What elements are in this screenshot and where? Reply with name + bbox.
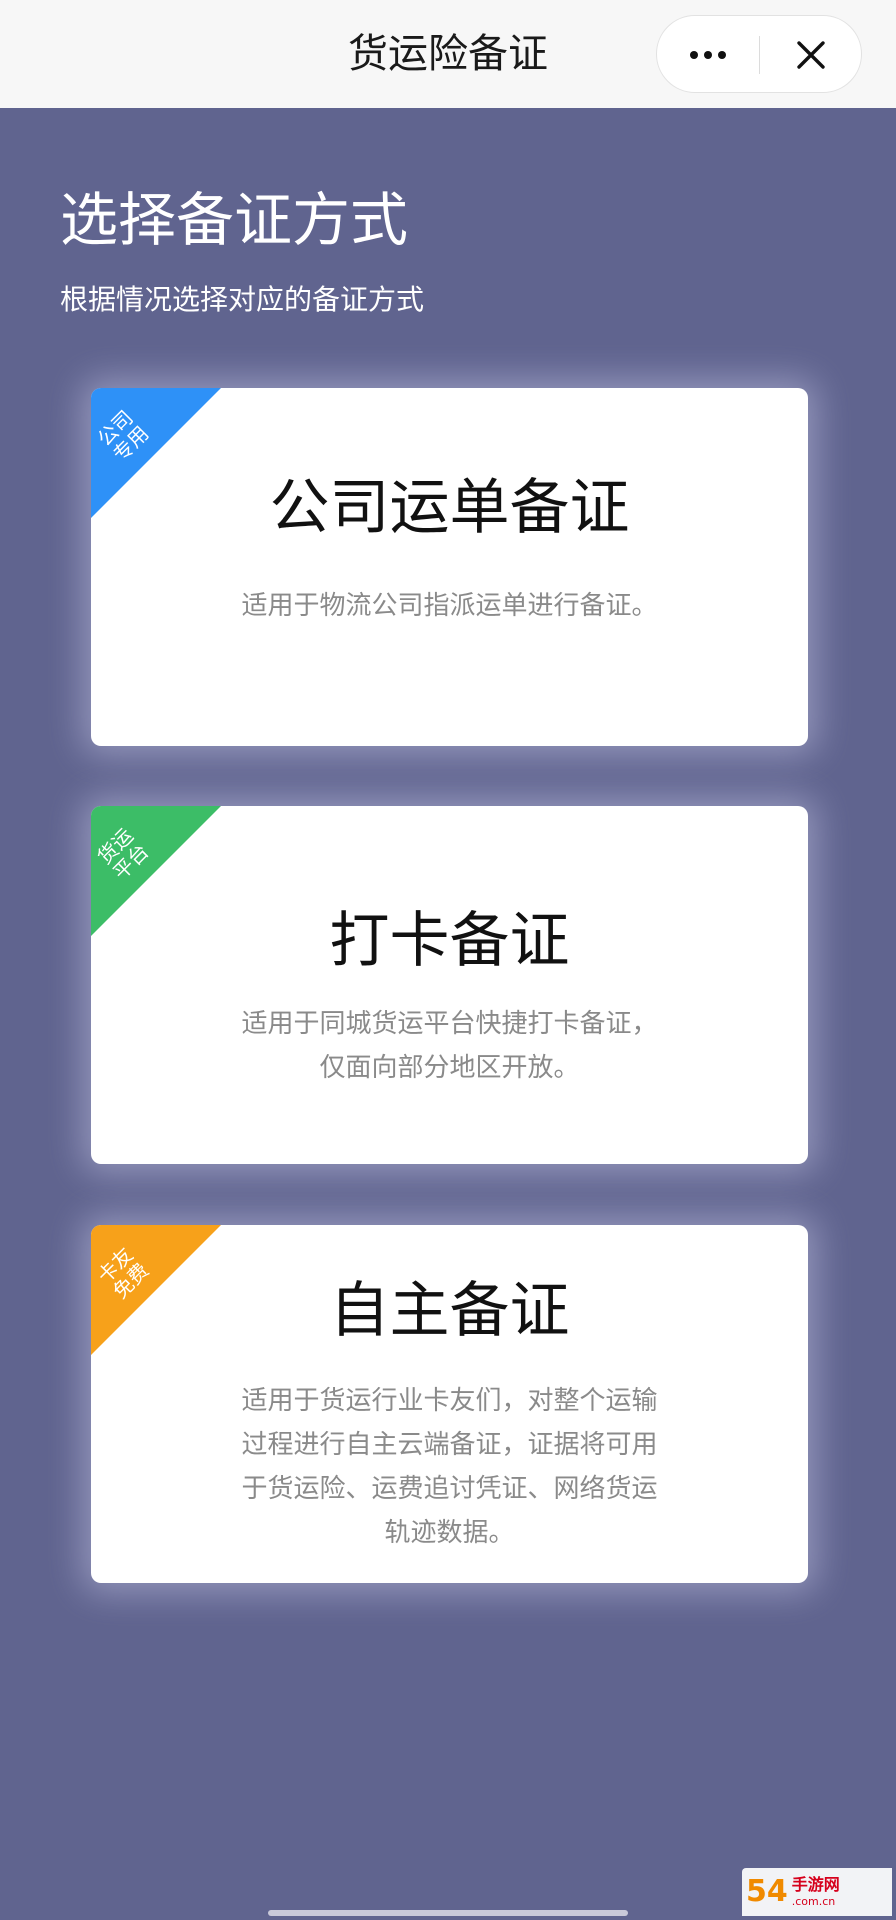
self-service-option-card[interactable]: 卡友 免费 自主备证 适用于货运行业卡友们，对整个运输过程进行自主云端备证，证据… <box>91 1225 808 1583</box>
card-description: 适用于同城货运平台快捷打卡备证，仅面向部分地区开放。 <box>241 1009 658 1083</box>
close-button[interactable] <box>760 16 862 94</box>
site-watermark-logo: 54 手游网 .com.cn <box>742 1868 892 1916</box>
ribbon-label: 货运 平台 <box>91 817 160 891</box>
card-title: 公司运单备证 <box>269 473 630 543</box>
ribbon-label: 公司 专用 <box>91 399 160 473</box>
watermark-number: 54 <box>746 1874 788 1909</box>
check-in-option-card[interactable]: 货运 平台 打卡备证 适用于同城货运平台快捷打卡备证，仅面向部分地区开放。 <box>91 806 808 1164</box>
home-indicator[interactable] <box>268 1910 628 1916</box>
navigation-bar: 货运险备证 <box>0 0 896 108</box>
page-title: 选择备证方式 <box>60 186 409 254</box>
card-title: 自主备证 <box>329 1276 570 1346</box>
card-description: 适用于物流公司指派运单进行备证。 <box>241 591 658 621</box>
menu-capsule <box>656 15 862 93</box>
page-subtitle: 根据情况选择对应的备证方式 <box>60 283 425 316</box>
card-title: 打卡备证 <box>329 906 570 976</box>
card-description: 适用于货运行业卡友们，对整个运输过程进行自主云端备证，证据将可用于货运险、运费追… <box>241 1386 658 1548</box>
close-icon <box>797 41 825 69</box>
more-dots-icon <box>690 51 726 59</box>
watermark-text: 手游网 .com.cn <box>791 1875 840 1908</box>
more-button[interactable] <box>657 16 759 94</box>
watermark-name: 手游网 <box>791 1875 840 1894</box>
company-waybill-option-card[interactable]: 公司 专用 公司运单备证 适用于物流公司指派运单进行备证。 <box>91 388 808 746</box>
watermark-domain: .com.cn <box>791 1895 836 1908</box>
